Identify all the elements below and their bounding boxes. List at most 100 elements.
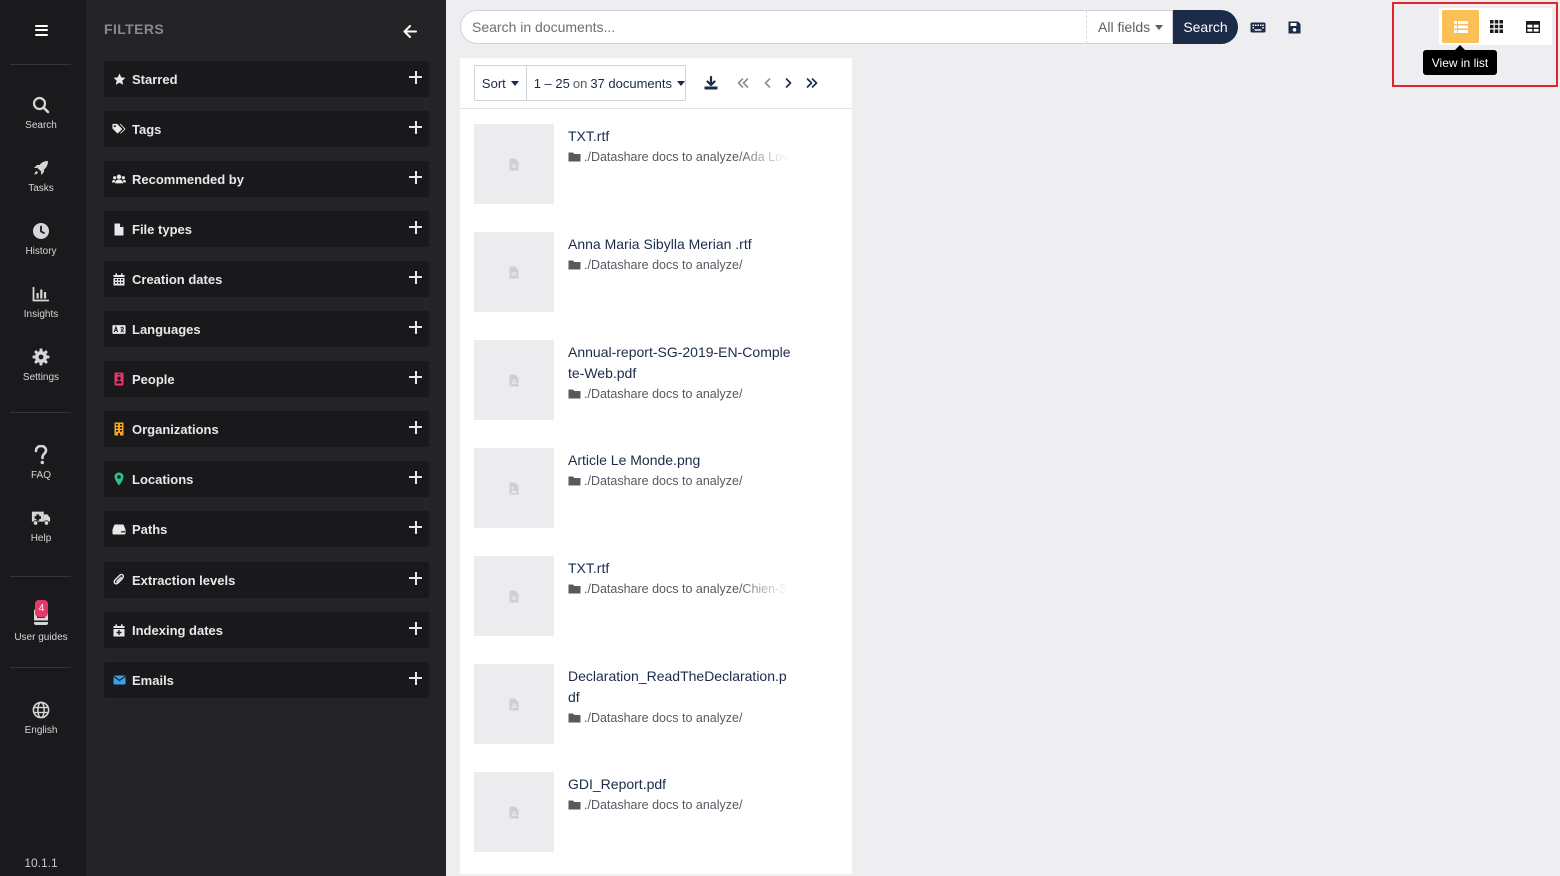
document-thumbnail[interactable]: [474, 340, 554, 420]
filter-extraction-levels[interactable]: Extraction levels: [104, 562, 429, 598]
document-thumbnail[interactable]: [474, 664, 554, 744]
filter-creation-dates[interactable]: Creation dates: [104, 261, 429, 297]
filter-paths[interactable]: Paths: [104, 511, 429, 547]
filter-languages[interactable]: Languages: [104, 311, 429, 347]
plus-icon[interactable]: [409, 520, 423, 534]
document-thumbnail[interactable]: [474, 448, 554, 528]
plus-icon[interactable]: [409, 470, 423, 484]
document-path-text: ./Datashare docs to analyze/: [584, 474, 743, 488]
plus-icon[interactable]: [409, 220, 423, 234]
document-thumbnail[interactable]: [474, 772, 554, 852]
folder-icon: [568, 713, 581, 723]
folder-icon: [568, 260, 581, 270]
filter-label: Starred: [132, 71, 178, 87]
download-button[interactable]: [702, 74, 720, 92]
menu-item-history[interactable]: History: [0, 220, 82, 270]
filter-tags[interactable]: Tags: [104, 111, 429, 147]
menu-item-tasks[interactable]: Tasks: [0, 157, 82, 207]
document-thumbnail[interactable]: [474, 556, 554, 636]
filter-emails[interactable]: Emails: [104, 662, 429, 698]
last-page-button[interactable]: [803, 74, 821, 92]
document-item[interactable]: GDI_Report.pdf ./Datashare docs to analy…: [474, 772, 844, 854]
menu-item-search[interactable]: Search: [0, 94, 82, 144]
clock-icon: [31, 220, 51, 242]
search-button[interactable]: Search: [1173, 10, 1238, 44]
download-icon: [704, 76, 718, 90]
filter-locations[interactable]: Locations: [104, 461, 429, 497]
previous-page-button[interactable]: [758, 74, 776, 92]
save-search-button[interactable]: [1284, 17, 1304, 37]
document-title[interactable]: TXT.rtf: [568, 126, 793, 147]
menu-item-label: User guides: [14, 632, 68, 643]
document-item[interactable]: Anna Maria Sibylla Merian .rtf ./Datasha…: [474, 232, 844, 314]
filter-starred[interactable]: Starred: [104, 61, 429, 97]
plus-icon[interactable]: [409, 420, 423, 434]
language-icon: [112, 322, 126, 336]
plus-icon[interactable]: [409, 120, 423, 134]
document-title[interactable]: Article Le Monde.png: [568, 450, 793, 471]
menu-item-label: Insights: [23, 309, 59, 320]
map-marker-icon: [112, 472, 126, 486]
search-icon: [31, 94, 51, 116]
plus-icon[interactable]: [409, 270, 423, 284]
plus-icon[interactable]: [409, 370, 423, 384]
document-title[interactable]: Declaration_ReadTheDeclaration.pdf: [568, 666, 793, 708]
document-title[interactable]: TXT.rtf: [568, 558, 793, 579]
filter-indexing-dates[interactable]: Indexing dates: [104, 612, 429, 648]
document-path: ./Datashare docs to analyze/Chien-S: [568, 582, 788, 596]
menu-item-help[interactable]: Help: [0, 507, 82, 557]
next-page-button[interactable]: [779, 74, 797, 92]
plus-icon[interactable]: [409, 621, 423, 635]
notification-badge: 4: [35, 600, 48, 617]
sort-label: Sort: [481, 75, 506, 91]
plus-icon[interactable]: [409, 70, 423, 84]
filter-label: Emails: [132, 672, 174, 688]
plus-icon[interactable]: [409, 170, 423, 184]
keyboard-shortcuts-button[interactable]: [1248, 17, 1268, 37]
menu-toggle-button[interactable]: [0, 12, 82, 48]
page-size-dropdown[interactable]: 1 – 25 on 37 documents: [527, 66, 685, 100]
filter-label: Organizations: [132, 421, 219, 437]
plus-icon[interactable]: [409, 320, 423, 334]
document-path-text: ./Datashare docs to analyze/Ada Lov: [584, 150, 788, 164]
caret-down-icon: [1155, 24, 1164, 30]
filter-recommended-by[interactable]: Recommended by: [104, 161, 429, 197]
menu-item-insights[interactable]: Insights: [0, 283, 82, 333]
file-image-icon: [509, 482, 519, 494]
document-item[interactable]: Declaration_ReadTheDeclaration.pdf ./Dat…: [474, 664, 844, 746]
document-title[interactable]: GDI_Report.pdf: [568, 774, 793, 795]
filter-organizations[interactable]: Organizations: [104, 411, 429, 447]
search-input[interactable]: [460, 10, 1088, 44]
document-item[interactable]: Annual-report-SG-2019-EN-Complete-Web.pd…: [474, 340, 844, 422]
document-item[interactable]: TXT.rtf ./Datashare docs to analyze/Chie…: [474, 556, 844, 638]
menu-divider: [10, 576, 71, 577]
document-title[interactable]: Annual-report-SG-2019-EN-Complete-Web.pd…: [568, 342, 793, 384]
filter-label: Paths: [132, 521, 168, 537]
document-thumbnail[interactable]: [474, 124, 554, 204]
menu-item-language[interactable]: English: [0, 699, 82, 749]
question-icon: [31, 444, 51, 466]
document-title[interactable]: Anna Maria Sibylla Merian .rtf: [568, 234, 793, 255]
menu-divider: [10, 64, 71, 65]
menu-item-user-guides[interactable]: 4 User guides: [0, 600, 82, 656]
document-item[interactable]: TXT.rtf ./Datashare docs to analyze/Ada …: [474, 124, 844, 206]
first-page-button[interactable]: [734, 74, 752, 92]
plus-icon[interactable]: [409, 571, 423, 585]
sort-dropdown[interactable]: Sort: [475, 66, 527, 100]
keyboard-icon: [1250, 22, 1266, 32]
angle-left-icon: [764, 78, 770, 88]
search-field-select[interactable]: All fields: [1086, 10, 1173, 44]
menu-item-settings[interactable]: Settings: [0, 346, 82, 396]
document-item[interactable]: Article Le Monde.png ./Datashare docs to…: [474, 448, 844, 530]
filter-file-types[interactable]: File types: [104, 211, 429, 247]
results-header: Sort 1 – 25 on 37 documents: [460, 58, 852, 109]
collapse-filters-button[interactable]: [400, 22, 420, 40]
results-panel: Sort 1 – 25 on 37 documents TXT.rtf ./Da…: [460, 58, 852, 874]
building-icon: [112, 422, 126, 436]
menu-divider: [10, 667, 71, 668]
plus-icon[interactable]: [409, 671, 423, 685]
filter-people[interactable]: People: [104, 361, 429, 397]
menu-item-faq[interactable]: FAQ: [0, 444, 82, 494]
menu-item-label: FAQ: [30, 470, 51, 481]
document-thumbnail[interactable]: [474, 232, 554, 312]
